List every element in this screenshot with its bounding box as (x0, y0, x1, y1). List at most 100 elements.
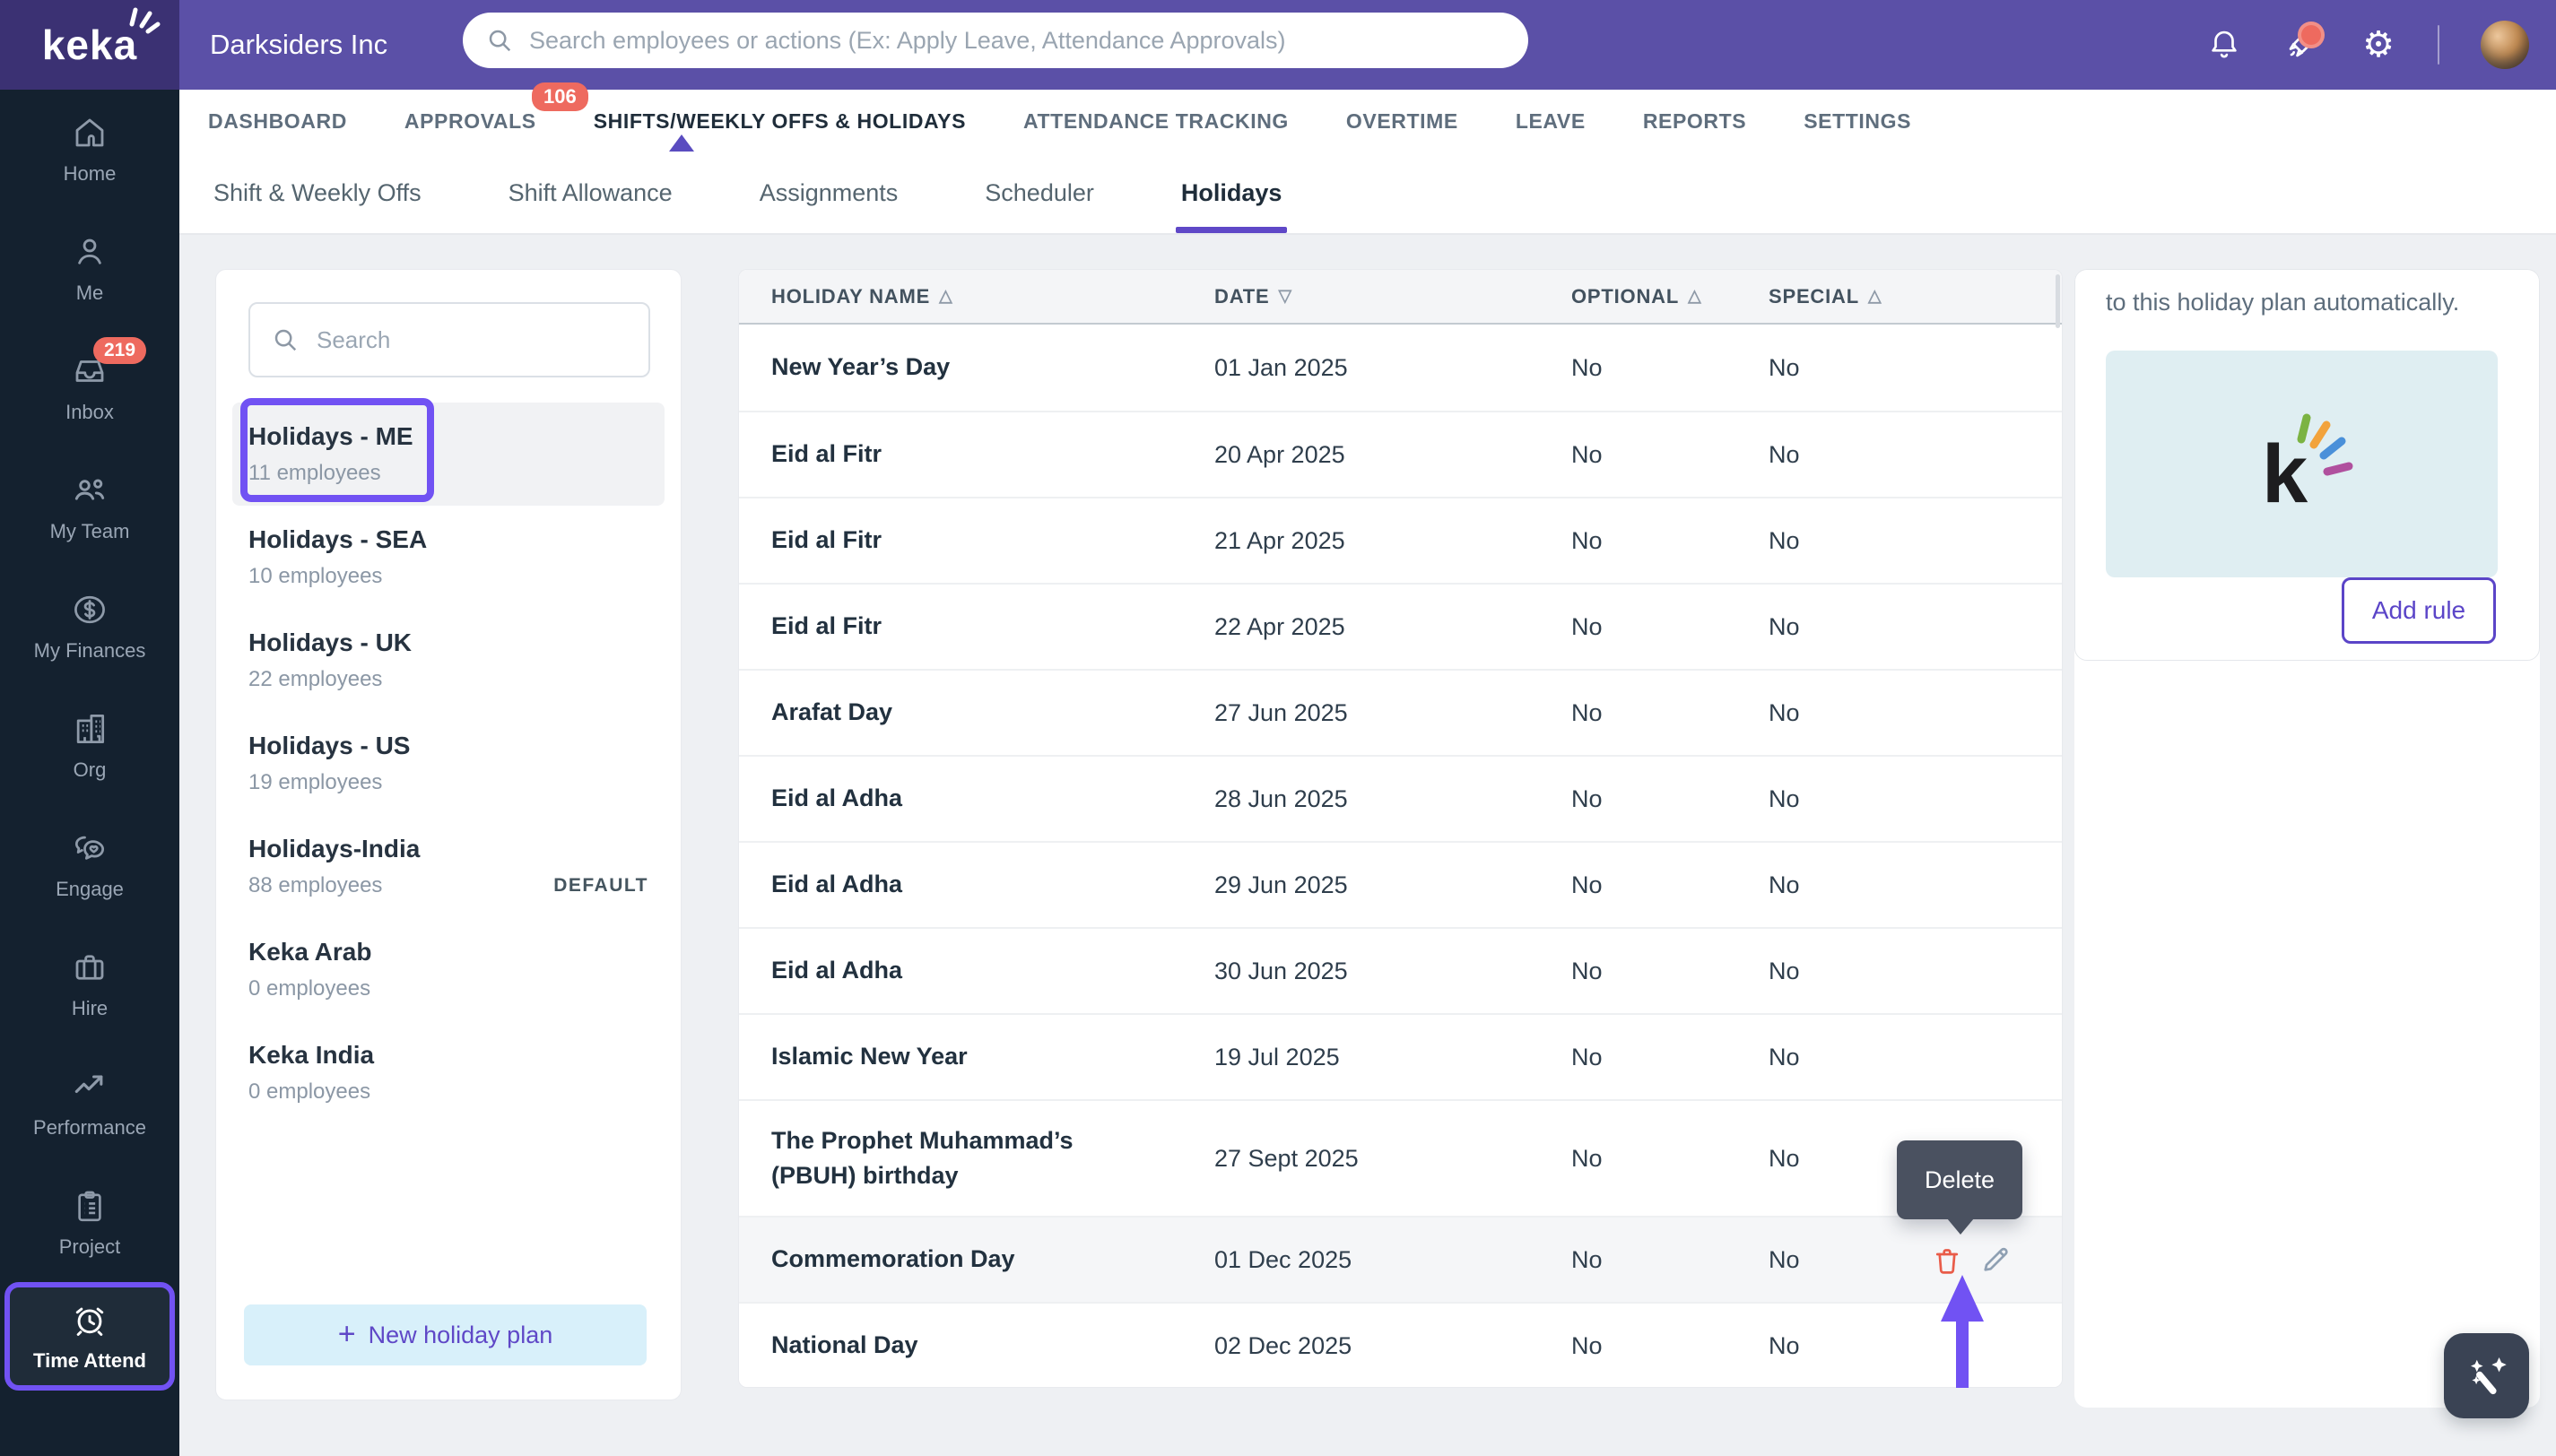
sidebar-item[interactable]: Me (0, 209, 179, 328)
special-cell: No (1769, 440, 1800, 468)
holiday-name-cell: Eid al Adha (771, 871, 903, 898)
date-cell: 28 Jun 2025 (1214, 784, 1348, 812)
nav-tab[interactable]: ATTENDANCE TRACKING (1023, 109, 1289, 134)
optional-cell: No (1571, 1043, 1603, 1070)
holiday-plan-item[interactable]: Holidays - US 19 employees (232, 712, 665, 815)
sidebar-item[interactable]: Org (0, 686, 179, 805)
optional-cell: No (1571, 612, 1603, 640)
plan-search[interactable] (248, 302, 650, 377)
holiday-plan-item[interactable]: Keka India 0 employees (232, 1021, 665, 1124)
assistant-fab-button[interactable] (2444, 1333, 2529, 1418)
home-icon (70, 113, 109, 152)
sort-icon[interactable]: ▽ (1278, 286, 1291, 307)
date-cell: 20 Apr 2025 (1214, 440, 1345, 468)
project-icon (70, 1186, 109, 1226)
plan-search-input[interactable] (315, 325, 627, 355)
sidebar-item[interactable]: 219 Inbox (0, 328, 179, 447)
plan-employee-count: 0 employees (248, 1079, 371, 1104)
column-header[interactable]: HOLIDAY NAME △ (771, 285, 1214, 308)
table-row[interactable]: Arafat Day 27 Jun 2025 No No (739, 669, 2062, 755)
date-cell: 01 Jan 2025 (1214, 353, 1348, 381)
plan-name: Holidays - UK (248, 628, 413, 656)
column-header[interactable]: DATE ▽ (1214, 285, 1571, 308)
table-row[interactable]: Eid al Adha 30 Jun 2025 No No (739, 927, 2062, 1013)
sidebar-item[interactable]: Hire (0, 924, 179, 1044)
global-search-input[interactable] (527, 25, 1505, 56)
holiday-name-cell: Eid al Adha (771, 957, 903, 984)
new-holiday-plan-button[interactable]: + New holiday plan (244, 1304, 647, 1365)
table-row[interactable]: New Year’s Day 01 Jan 2025 No No (739, 325, 2062, 411)
sidebar-item[interactable]: Project (0, 1163, 179, 1282)
special-cell: No (1769, 612, 1800, 640)
nav-tab-label: SHIFTS/WEEKLY OFFS & HOLIDAYS (593, 108, 967, 133)
holiday-name-cell: Eid al Adha (771, 784, 903, 812)
plan-employee-count: 11 employees (248, 461, 381, 485)
column-header[interactable]: SPECIAL △ (1769, 285, 1948, 308)
sort-icon[interactable]: △ (939, 286, 952, 307)
holiday-name-cell: New Year’s Day (771, 353, 951, 381)
sidebar-item[interactable]: Time Attend (4, 1282, 175, 1391)
sidebar-item[interactable]: My Team (0, 447, 179, 567)
keka-sparks-icon (129, 7, 161, 34)
nav-tab[interactable]: DASHBOARD (208, 109, 347, 134)
nav-tab[interactable]: SHIFTS/WEEKLY OFFS & HOLIDAYS (594, 109, 966, 134)
avatar[interactable] (2481, 21, 2529, 69)
nav-tab-label: LEAVE (1515, 108, 1586, 133)
sidebar-item[interactable]: Performance (0, 1044, 179, 1163)
holiday-plan-item[interactable]: Holidays - SEA 10 employees (232, 506, 665, 609)
delete-holiday-button[interactable] (1930, 1243, 1964, 1277)
keka-logo[interactable]: keka (0, 0, 179, 90)
subnav-tab[interactable]: Assignments (760, 152, 899, 233)
subnav-tab[interactable]: Holidays (1175, 152, 1287, 233)
company-name: Darksiders Inc (210, 29, 388, 60)
table-row[interactable]: Islamic New Year 19 Jul 2025 No No (739, 1013, 2062, 1099)
table-row[interactable]: National Day 02 Dec 2025 No No (739, 1302, 2062, 1387)
table-row[interactable]: Eid al Fitr 22 Apr 2025 No No (739, 583, 2062, 669)
table-row[interactable]: Eid al Fitr 21 Apr 2025 No No (739, 497, 2062, 583)
table-row[interactable]: Eid al Adha 29 Jun 2025 No No (739, 841, 2062, 927)
add-rule-button[interactable]: Add rule (2342, 577, 2496, 644)
sidebar-item[interactable]: My Finances (0, 567, 179, 686)
table-row[interactable]: Eid al Fitr 20 Apr 2025 No No (739, 411, 2062, 497)
holiday-plan-item[interactable]: Holidays-India 88 employees DEFAULT (232, 815, 665, 918)
nav-tab[interactable]: APPROVALS 106 (404, 82, 588, 134)
column-header-label: HOLIDAY NAME (771, 284, 931, 308)
optional-cell: No (1571, 353, 1603, 381)
holiday-plan-item[interactable]: Holidays - ME 11 employees (232, 403, 665, 506)
edit-holiday-button[interactable] (1978, 1243, 2013, 1277)
subnav-tab[interactable]: Shift Allowance (509, 152, 673, 233)
table-row[interactable]: Eid al Adha 28 Jun 2025 No No (739, 755, 2062, 841)
table-row[interactable]: Commemoration Day 01 Dec 2025 No No (739, 1216, 2062, 1302)
special-cell: No (1769, 1331, 1800, 1359)
sidebar-item[interactable]: Home (0, 90, 179, 209)
global-search[interactable] (463, 13, 1528, 68)
plus-icon: + (337, 1316, 356, 1351)
holiday-name-cell: Commemoration Day (771, 1245, 1015, 1273)
subnav-tab[interactable]: Scheduler (985, 152, 1094, 233)
sort-icon[interactable]: △ (1868, 286, 1882, 307)
holiday-plan-item[interactable]: Keka Arab 0 employees (232, 918, 665, 1021)
sidebar-item[interactable]: Engage (0, 805, 179, 924)
table-scrollbar-thumb[interactable] (2056, 274, 2060, 328)
table-row[interactable]: The Prophet Muhammad’s (PBUH) birthday 2… (739, 1099, 2062, 1216)
sidebar-item-label: Org (73, 758, 107, 781)
plan-employee-count: 88 employees (248, 873, 383, 897)
subnav-tab[interactable]: Shift & Weekly Offs (213, 152, 422, 233)
nav-tab[interactable]: OVERTIME (1346, 109, 1458, 134)
sort-icon[interactable]: △ (1688, 286, 1701, 307)
nav-tab[interactable]: LEAVE (1516, 109, 1586, 134)
sidebar-item-label: My Team (49, 520, 130, 542)
special-cell: No (1769, 1043, 1800, 1070)
settings-button[interactable]: ⚙ (2360, 27, 2396, 63)
holiday-name-cell: Islamic New Year (771, 1043, 968, 1070)
date-cell: 02 Dec 2025 (1214, 1331, 1352, 1359)
sidebar-item-label: Me (75, 282, 104, 304)
holiday-name-cell: Arafat Day (771, 698, 893, 726)
nav-tab[interactable]: REPORTS (1643, 109, 1746, 134)
holiday-plan-item[interactable]: Holidays - UK 22 employees (232, 609, 665, 712)
new-holiday-plan-label: New holiday plan (368, 1321, 553, 1348)
column-header[interactable]: OPTIONAL △ (1571, 285, 1769, 308)
nav-tab[interactable]: SETTINGS (1804, 109, 1911, 134)
whats-new-button[interactable] (2283, 22, 2325, 63)
notifications-button[interactable] (2206, 27, 2242, 63)
